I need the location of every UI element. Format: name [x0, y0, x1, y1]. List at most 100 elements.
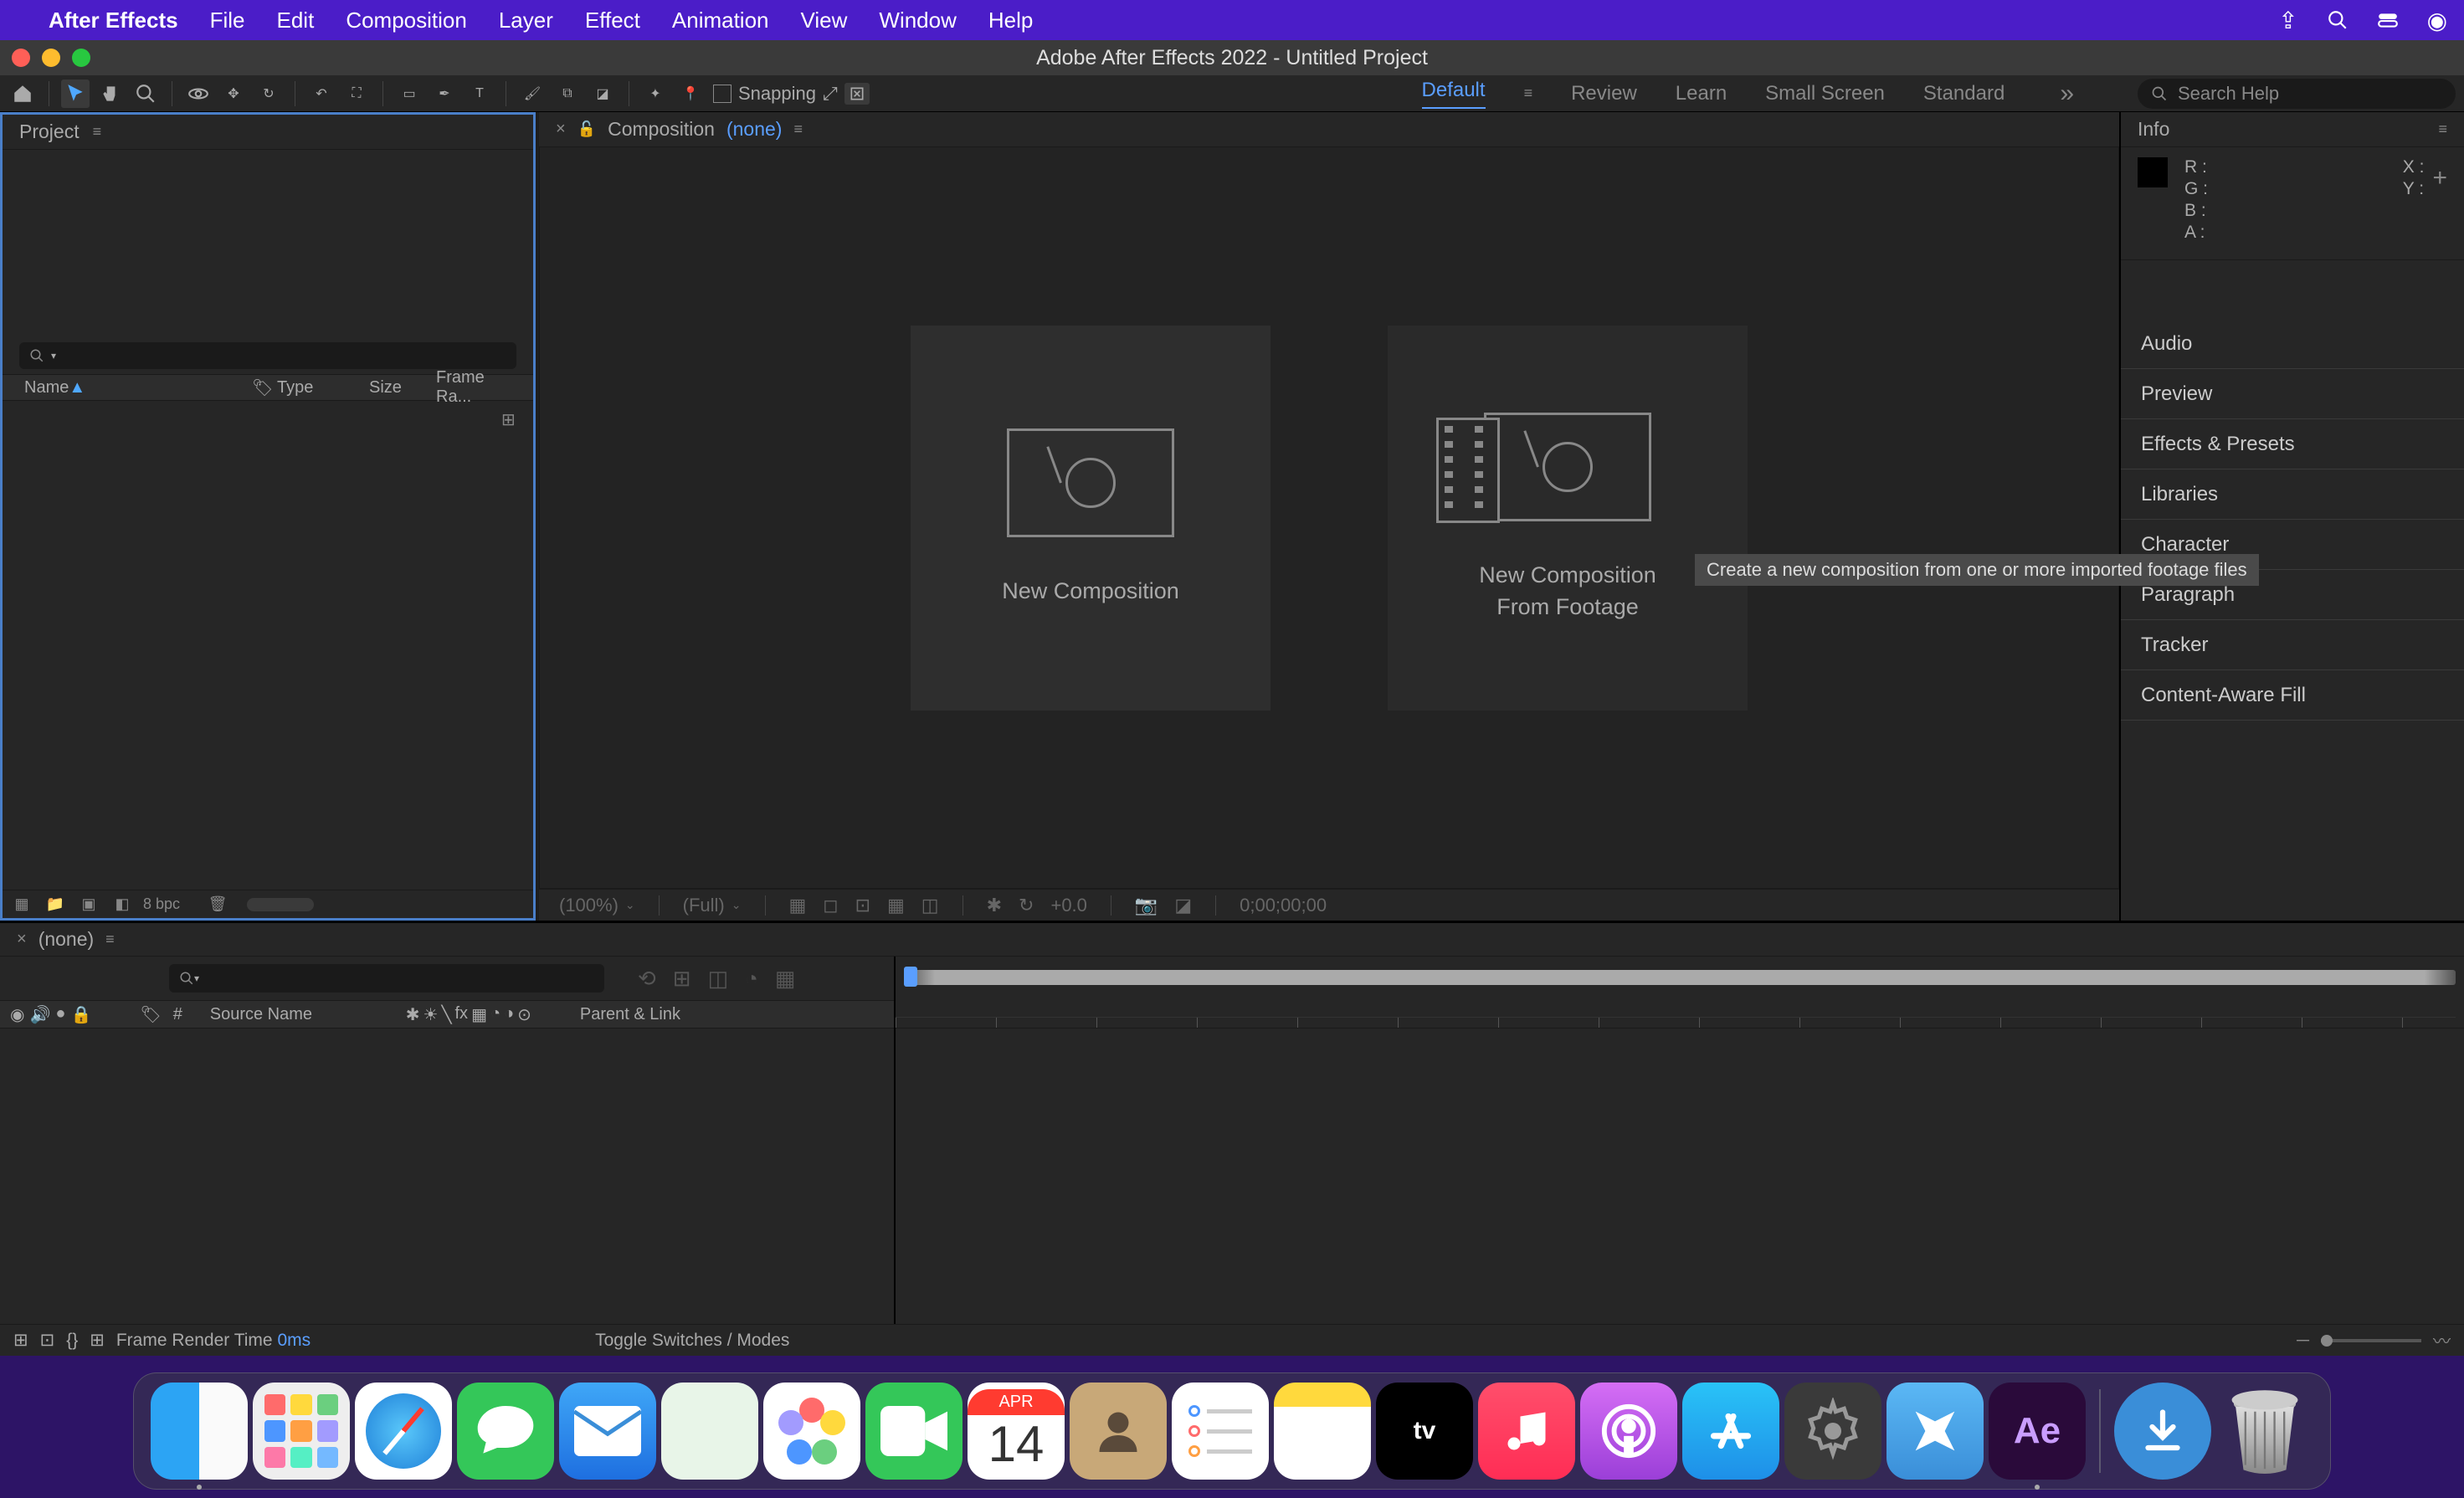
pan-tool[interactable]: ✥ — [219, 80, 248, 108]
graph-icon[interactable]: ▦ — [775, 966, 796, 992]
workspace-small[interactable]: Small Screen — [1765, 82, 1885, 105]
panel-menu-icon[interactable]: ≡ — [93, 123, 102, 141]
menu-animation[interactable]: Animation — [672, 8, 769, 33]
content-aware-panel[interactable]: Content-Aware Fill — [2121, 670, 2464, 721]
dock-facetime[interactable] — [865, 1383, 963, 1480]
dock-maps[interactable] — [661, 1383, 758, 1480]
sw1-icon[interactable]: ✱ — [406, 1004, 420, 1025]
dock-contacts[interactable] — [1070, 1383, 1167, 1480]
workspace-review[interactable]: Review — [1571, 82, 1637, 105]
parent-col[interactable]: Parent & Link — [580, 1005, 680, 1024]
undo-tool[interactable]: ↶ — [307, 80, 336, 108]
zoom-in-icon[interactable]: 〰 — [2433, 1328, 2451, 1353]
audio-col-icon[interactable]: 🔊 — [29, 1004, 50, 1025]
new-comp-icon[interactable]: ▣ — [76, 895, 101, 913]
menu-edit[interactable]: Edit — [277, 8, 315, 33]
sw5-icon[interactable]: ▦ — [471, 1004, 487, 1025]
anchor-tool[interactable]: ⛶ — [342, 80, 371, 108]
zoom-tool[interactable] — [131, 80, 160, 108]
dock-settings[interactable] — [1784, 1383, 1881, 1480]
shy-icon[interactable]: ⟲ — [638, 966, 656, 992]
dock-tv[interactable]: tv — [1376, 1383, 1473, 1480]
comp-tab-close[interactable]: × — [556, 120, 566, 139]
project-search-input[interactable]: ▾ — [19, 342, 516, 369]
sw7-icon[interactable]: ◑ — [504, 1004, 514, 1025]
timeline-search[interactable]: ▾ — [169, 964, 604, 993]
zoom-out-icon[interactable]: ─ — [2297, 1331, 2309, 1351]
timeline-layer-area[interactable] — [0, 1029, 894, 1324]
timeline-zoom-slider[interactable] — [2321, 1339, 2421, 1342]
snap-collapse-icon[interactable] — [844, 83, 870, 105]
control-center-icon[interactable] — [2377, 9, 2399, 31]
toggle2-icon[interactable]: ⊡ — [40, 1330, 55, 1351]
workspace-overflow[interactable]: » — [2060, 80, 2074, 108]
snapping-checkbox[interactable] — [713, 85, 732, 103]
dock-safari[interactable] — [355, 1383, 452, 1480]
hand-tool[interactable] — [96, 80, 125, 108]
timeline-ruler[interactable] — [896, 985, 2464, 1029]
workspace-default[interactable]: Default — [1422, 79, 1486, 109]
menu-file[interactable]: File — [210, 8, 245, 33]
menu-layer[interactable]: Layer — [499, 8, 553, 33]
toggle-switches-button[interactable]: Toggle Switches / Modes — [595, 1331, 789, 1351]
status-icon[interactable]: ⇪ — [2278, 7, 2297, 34]
menu-help[interactable]: Help — [988, 8, 1033, 33]
dock-launchpad[interactable] — [253, 1383, 350, 1480]
comp-panel-menu-icon[interactable]: ≡ — [793, 121, 803, 138]
dock-app-blue[interactable] — [1887, 1383, 1984, 1480]
dock-podcasts[interactable] — [1580, 1383, 1677, 1480]
dock-notes[interactable] — [1274, 1383, 1371, 1480]
resolution-dropdown[interactable]: (Full) ⌄ — [683, 895, 742, 916]
type-tool[interactable]: T — [465, 80, 494, 108]
info-panel-title[interactable]: Info — [2138, 118, 2169, 141]
pen-tool[interactable]: ✒ — [430, 80, 459, 108]
puppet-tool[interactable]: 📍 — [676, 80, 705, 108]
snapshot-icon[interactable]: 📷 — [1135, 895, 1158, 916]
orbit-tool[interactable] — [184, 80, 213, 108]
timeline-navigator[interactable] — [904, 970, 2456, 985]
show-snap-icon[interactable]: ◪ — [1174, 895, 1192, 916]
menu-effect[interactable]: Effect — [585, 8, 640, 33]
snap-edge-icon[interactable]: ⤢ — [823, 83, 838, 105]
tracker-panel[interactable]: Tracker — [2121, 620, 2464, 670]
lock-col-icon[interactable]: 🔒 — [70, 1004, 91, 1025]
sw3-icon[interactable]: ╲ — [441, 1004, 451, 1025]
timeline-tracks-area[interactable] — [896, 1029, 2464, 1324]
search-help-input[interactable]: Search Help — [2138, 79, 2456, 109]
solo-col-icon[interactable]: ● — [55, 1004, 65, 1025]
menu-composition[interactable]: Composition — [346, 8, 467, 33]
motionblur-icon[interactable]: ◔ — [745, 966, 758, 992]
zoom-dropdown[interactable]: (100%) ⌄ — [559, 895, 635, 916]
channel-icon[interactable]: ✱ — [987, 895, 1002, 916]
app-menu[interactable]: After Effects — [49, 8, 178, 33]
col-label-icon[interactable]: 🏷 — [244, 377, 269, 398]
timeline-tab-close[interactable]: × — [17, 930, 27, 949]
video-col-icon[interactable]: ◉ — [10, 1004, 24, 1025]
dock-downloads[interactable] — [2114, 1383, 2211, 1480]
col-type[interactable]: Type — [269, 378, 361, 398]
dock-trash[interactable] — [2216, 1383, 2313, 1480]
selection-tool[interactable] — [61, 80, 90, 108]
dock-photos[interactable] — [763, 1383, 860, 1480]
home-button[interactable] — [8, 80, 37, 108]
sw8-icon[interactable]: ⊙ — [517, 1004, 531, 1025]
sw6-icon[interactable]: ◔ — [490, 1004, 501, 1025]
exposure[interactable]: +0.0 — [1050, 895, 1086, 916]
col-name[interactable]: Name▲ — [16, 378, 244, 398]
draft3d-icon[interactable]: ⊞ — [673, 966, 691, 992]
label-col-icon[interactable]: 🏷 — [140, 1004, 161, 1025]
mask-icon[interactable]: ◻ — [823, 895, 838, 916]
dock-music[interactable] — [1478, 1383, 1575, 1480]
toggle-switch-icon[interactable]: ⊞ — [13, 1330, 28, 1351]
search-pill[interactable] — [247, 898, 314, 911]
preview-panel[interactable]: Preview — [2121, 369, 2464, 419]
project-panel-title[interactable]: Project — [19, 121, 80, 143]
new-composition-button[interactable]: New Composition — [911, 326, 1270, 711]
col-size[interactable]: Size — [361, 378, 428, 398]
dock-messages[interactable] — [457, 1383, 554, 1480]
eraser-tool[interactable]: ◪ — [588, 80, 617, 108]
bpc-label[interactable]: 8 bpc — [143, 895, 180, 913]
rect-tool[interactable]: ▭ — [395, 80, 424, 108]
workspace-menu-icon[interactable]: ≡ — [1524, 85, 1533, 102]
trash-icon[interactable]: 🗑 — [205, 895, 230, 913]
